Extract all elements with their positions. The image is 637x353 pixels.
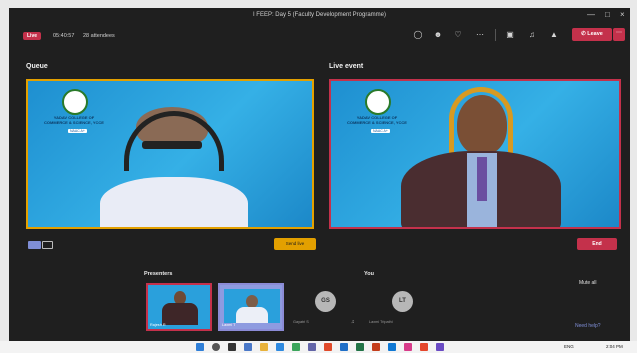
queue-heading: Queue xyxy=(26,63,48,70)
excel-icon[interactable] xyxy=(356,343,364,351)
college-logo-live xyxy=(365,89,391,115)
taskview-icon[interactable] xyxy=(228,343,236,351)
chat-icon[interactable]: ◯ xyxy=(413,30,423,40)
banner-line2-live: COMMERCE & SCIENCE, YCCE xyxy=(347,120,407,125)
live-preview[interactable]: YADAV COLLEGE OF COMMERCE & SCIENCE, YCC… xyxy=(329,79,621,229)
queue-preview[interactable]: YADAV COLLEGE OF COMMERCE & SCIENCE, YCC… xyxy=(26,79,314,229)
banner-line2: COMMERCE & SCIENCE, YCCE xyxy=(44,120,104,125)
clock[interactable]: 2:04 PM xyxy=(606,344,623,349)
window-title: I FEEP: Day 5 (Faculty Development Progr… xyxy=(252,12,387,18)
presenter-shirt xyxy=(100,177,248,227)
chrome-icon[interactable] xyxy=(292,343,300,351)
word-icon[interactable] xyxy=(340,343,348,351)
thumbnail-caption: Laxmi T xyxy=(222,323,236,327)
thumb-body-2 xyxy=(236,307,268,323)
windows-taskbar: ENG 2:04 PM xyxy=(0,341,637,353)
accreditation-chip-live: NAAC A+ xyxy=(371,129,390,133)
language-indicator[interactable]: ENG xyxy=(564,344,574,349)
thumb-body xyxy=(162,303,198,325)
avatar-gs[interactable]: GS xyxy=(315,291,336,312)
avatar-lt-caption: Laxmi Tripathi xyxy=(369,320,393,324)
layout-split-option[interactable] xyxy=(42,241,53,249)
maximize-icon[interactable]: □ xyxy=(605,10,610,19)
leave-options-button[interactable]: ⋯ xyxy=(613,28,625,41)
speaker-head xyxy=(457,95,507,155)
meeting-toolbar: Live 05:40:57 28 attendees ◯ ☻ ♡ ⋯ ▣ ♫ ▲… xyxy=(9,22,630,48)
mic-icon: ♫ xyxy=(351,319,355,325)
live-badge: Live xyxy=(23,32,42,40)
attendee-count: 28 attendees xyxy=(83,33,115,39)
thumbnail-caption: Rajesh R xyxy=(150,323,166,327)
layout-single-option[interactable] xyxy=(28,241,41,249)
leave-button[interactable]: ✆ Leave xyxy=(572,28,612,41)
elapsed-time: 05:40:57 xyxy=(53,33,75,39)
outlook-icon[interactable] xyxy=(388,343,396,351)
send-live-button[interactable]: Send live xyxy=(274,238,316,250)
react-icon[interactable]: ♡ xyxy=(453,30,463,40)
speaker-tie xyxy=(477,157,487,201)
leave-label: Leave xyxy=(587,31,603,37)
widgets-icon[interactable] xyxy=(244,343,252,351)
presenter-thumbnail-1[interactable]: Rajesh R xyxy=(146,283,212,331)
teams-live-event-window: I FEEP: Day 5 (Faculty Development Progr… xyxy=(9,8,630,341)
presenter-thumbnail-2[interactable]: Laxmi T xyxy=(218,283,284,331)
phone-icon: ✆ xyxy=(581,31,586,37)
title-bar: I FEEP: Day 5 (Faculty Development Progr… xyxy=(9,8,630,22)
minimize-icon[interactable]: — xyxy=(587,10,595,19)
avatar-gs-caption: Gayatri S xyxy=(293,320,309,324)
end-button[interactable]: End xyxy=(577,238,617,250)
banner-text-live: YADAV COLLEGE OF COMMERCE & SCIENCE, YCC… xyxy=(347,115,407,125)
more-icon[interactable]: ⋯ xyxy=(475,30,485,40)
camera-icon[interactable]: ▣ xyxy=(505,30,515,40)
share-icon[interactable]: ▲ xyxy=(549,30,559,40)
office-icon[interactable] xyxy=(324,343,332,351)
mute-all-button[interactable]: Mute all xyxy=(579,280,597,286)
layout-toggle[interactable] xyxy=(28,241,54,249)
app-icon-3[interactable] xyxy=(436,343,444,351)
teams-icon[interactable] xyxy=(308,343,316,351)
app-icon-2[interactable] xyxy=(420,343,428,351)
accreditation-chip: NAAC A+ xyxy=(68,129,87,133)
banner-text: YADAV COLLEGE OF COMMERCE & SCIENCE, YCC… xyxy=(44,115,104,125)
people-icon[interactable]: ☻ xyxy=(433,30,443,40)
edge-icon[interactable] xyxy=(276,343,284,351)
toolbar-divider xyxy=(495,29,496,41)
you-heading: You xyxy=(364,271,374,277)
live-event-heading: Live event xyxy=(329,63,364,70)
powerpoint-icon[interactable] xyxy=(372,343,380,351)
file-explorer-icon[interactable] xyxy=(260,343,268,351)
search-icon[interactable] xyxy=(212,343,220,351)
presenters-heading: Presenters xyxy=(144,271,173,277)
start-icon[interactable] xyxy=(196,343,204,351)
college-logo xyxy=(62,89,88,115)
need-help-link[interactable]: Need help? xyxy=(575,323,601,329)
mic-off-icon[interactable]: ♫ xyxy=(527,30,537,40)
close-icon[interactable]: × xyxy=(620,10,625,19)
avatar-lt[interactable]: LT xyxy=(392,291,413,312)
app-icon[interactable] xyxy=(404,343,412,351)
